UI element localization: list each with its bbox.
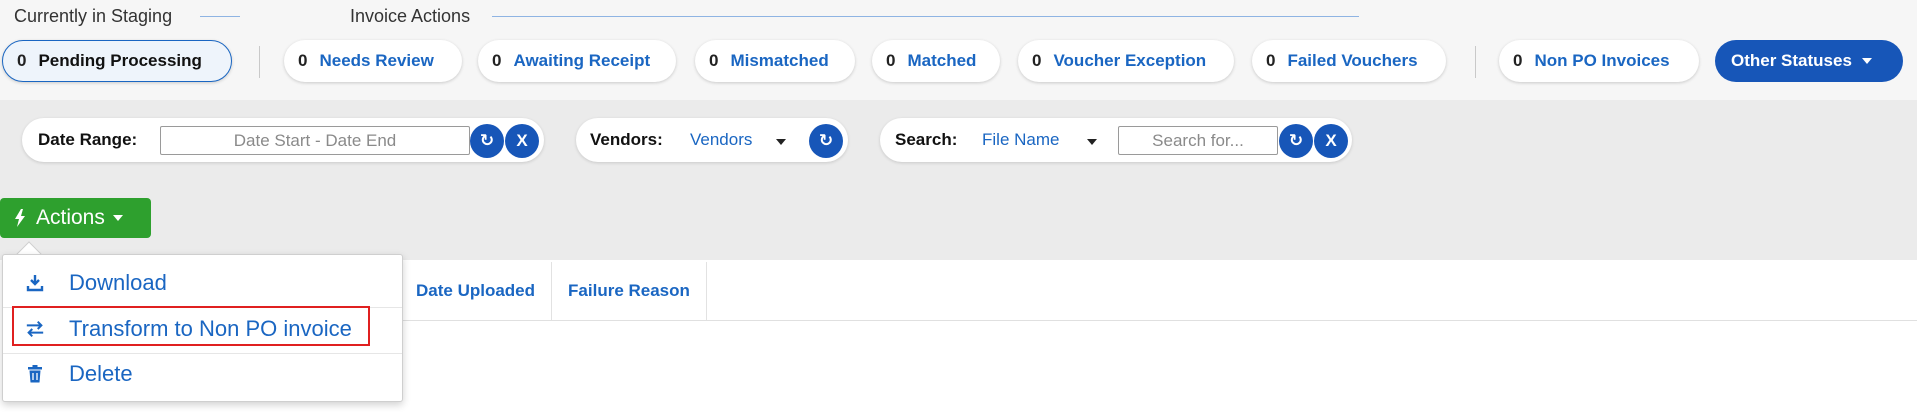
search-input[interactable] [1118,126,1278,155]
other-statuses-label: Other Statuses [1731,51,1852,70]
date-range-refresh-button[interactable]: ↻ [470,124,504,158]
menu-item-label: Download [69,270,167,295]
highlight-annotation [12,306,370,346]
tab-pending-processing[interactable]: 0 Pending Processing [2,40,232,82]
tab-needs-review[interactable]: 0 Needs Review [284,40,462,82]
lightning-icon [15,209,25,227]
tab-label: Failed Vouchers [1287,51,1418,70]
column-header-date-uploaded[interactable]: Date Uploaded [400,262,553,320]
table-header-divider [400,320,1917,321]
menu-item-delete[interactable]: Delete [3,352,402,396]
tab-mismatched[interactable]: 0 Mismatched [695,40,855,82]
tab-awaiting-receipt[interactable]: 0 Awaiting Receipt [478,40,676,82]
vendors-label: Vendors: [590,130,663,149]
close-icon: X [1325,131,1337,150]
invoice-actions-section-label: Invoice Actions [350,6,471,26]
menu-item-label: Delete [69,361,133,386]
staging-section-label: Currently in Staging [14,6,173,26]
tab-count: 0 [298,51,308,70]
chevron-down-icon[interactable] [776,139,786,145]
menu-item-download[interactable]: Download [3,261,402,305]
tab-count: 0 [886,51,896,70]
tab-label: Voucher Exception [1053,51,1207,70]
tab-non-po-invoices[interactable]: 0 Non PO Invoices [1499,40,1699,82]
refresh-icon: ↻ [1288,131,1304,150]
tab-divider [1475,46,1476,78]
tab-count: 0 [1266,51,1276,70]
date-range-input[interactable] [160,126,470,155]
staging-section-line [200,16,240,17]
tab-label: Non PO Invoices [1534,51,1670,70]
refresh-icon: ↻ [818,131,834,150]
tab-count: 0 [492,51,502,70]
tab-matched[interactable]: 0 Matched [872,40,1000,82]
tab-label: Matched [907,51,977,70]
search-field-select[interactable]: File Name [982,130,1059,150]
date-range-label: Date Range: [38,130,138,149]
trash-icon [25,365,45,383]
vendors-refresh-button[interactable]: ↻ [809,124,843,158]
chevron-down-icon [1861,58,1872,64]
chevron-down-icon[interactable] [1087,139,1097,145]
other-statuses-button[interactable]: Other Statuses [1715,40,1903,82]
actions-button[interactable]: Actions [0,198,151,238]
tab-label: Mismatched [730,51,829,70]
tab-label: Needs Review [319,51,434,70]
invoice-actions-section-line [492,16,1359,17]
tab-voucher-exception[interactable]: 0 Voucher Exception [1018,40,1234,82]
actions-label: Actions [36,206,105,229]
tab-count: 0 [17,51,27,70]
tab-label: Awaiting Receipt [513,51,651,70]
search-label: Search: [895,130,958,149]
search-refresh-button[interactable]: ↻ [1279,124,1313,158]
refresh-icon: ↻ [479,131,495,150]
tab-count: 0 [1032,51,1042,70]
vendors-select[interactable]: Vendors [690,130,752,150]
download-icon [25,274,45,292]
chevron-down-icon [112,215,123,221]
tab-failed-vouchers[interactable]: 0 Failed Vouchers [1252,40,1446,82]
close-icon: X [516,131,528,150]
tab-count: 0 [1513,51,1523,70]
tab-label: Pending Processing [38,51,202,70]
column-header-failure-reason[interactable]: Failure Reason [552,262,707,320]
tab-count: 0 [709,51,719,70]
date-range-clear-button[interactable]: X [505,124,539,158]
search-clear-button[interactable]: X [1314,124,1348,158]
table-header: Date Uploaded Failure Reason [400,262,707,320]
tab-divider [259,46,260,78]
